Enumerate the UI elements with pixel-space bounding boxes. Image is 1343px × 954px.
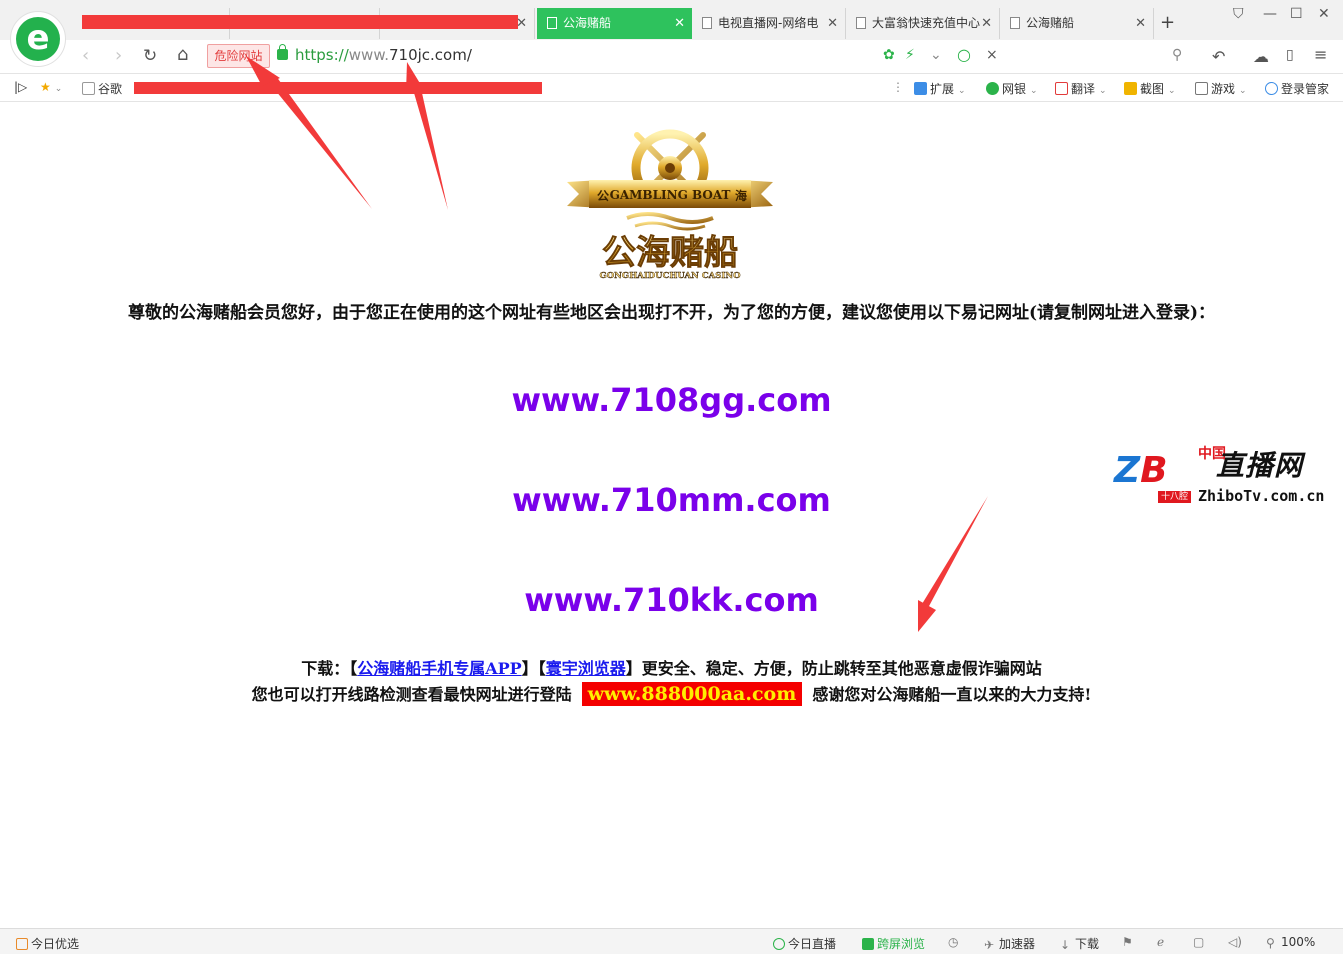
tab-casino-2[interactable]: 公海赌船 ✕: [1000, 8, 1154, 39]
status-bar: 今日优选 今日直播 跨屏浏览 ◷ ✈ 加速器 ↓ 下载 ⚑ ℯ ▢ ◁) ⚲ 100%: [0, 928, 1343, 954]
danger-site-badge[interactable]: 危险网站: [207, 44, 270, 68]
new-tab-icon[interactable]: +: [1160, 12, 1175, 33]
document-icon: [82, 82, 95, 95]
minimize-icon[interactable]: —: [1263, 6, 1277, 22]
key-icon: [1265, 82, 1278, 95]
app-download-link[interactable]: 公海赌船手机专属APP: [357, 659, 521, 678]
bookmark-games[interactable]: 游戏 ⌄: [1195, 80, 1247, 97]
tab-active[interactable]: 公海赌船 ✕: [537, 8, 692, 39]
watermark-title: 直播网: [1216, 449, 1304, 482]
download-icon: ↓: [1060, 937, 1071, 952]
history-icon[interactable]: ◷: [948, 935, 958, 949]
today-live[interactable]: 今日直播: [773, 935, 836, 952]
casino-logo: GAMBLING BOAT 公 海 公海赌船 GONGHAIDUCHUAN CA…: [567, 118, 773, 282]
censor-bar: [134, 82, 542, 94]
cloud-icon[interactable]: ☁: [1253, 47, 1269, 66]
censor-bar: [82, 15, 518, 29]
zoom-control[interactable]: ⚲ 100%: [1266, 935, 1315, 950]
e-icon: e: [16, 17, 60, 61]
route-check-link[interactable]: www.888000aa.com: [581, 682, 803, 706]
back-icon[interactable]: ‹: [82, 45, 89, 66]
undo-icon[interactable]: ↶: [1212, 47, 1225, 66]
chevron-down-icon[interactable]: ⌄: [930, 47, 942, 63]
more-icon[interactable]: ⋮: [892, 80, 904, 94]
address-field[interactable]: https://www.710jc.com/: [295, 46, 472, 64]
close-icon[interactable]: ✕: [674, 8, 685, 39]
gamepad-icon: [1195, 82, 1208, 95]
lock-icon: [277, 44, 288, 60]
logo-right-char: 海: [735, 188, 747, 203]
logo-en-title: GONGHAIDUCHUAN CASINO: [600, 271, 742, 281]
watermark-zb-logo: ZB: [1114, 450, 1168, 491]
lightning-icon[interactable]: ⚡: [905, 47, 915, 63]
bookmark-translate[interactable]: 翻译 ⌄: [1055, 80, 1107, 97]
shield-icon: [986, 82, 999, 95]
window-icon[interactable]: ▢: [1193, 935, 1204, 949]
today-picks[interactable]: 今日优选: [16, 935, 79, 952]
document-icon: [1010, 16, 1020, 29]
document-icon: [702, 16, 712, 29]
bookmark-screenshot[interactable]: 截图 ⌄: [1124, 80, 1176, 97]
favorites-star-icon[interactable]: ★ ⌄: [40, 80, 62, 94]
browser-logo[interactable]: e: [10, 11, 66, 67]
bookmark-google[interactable]: 谷歌: [82, 80, 122, 97]
forward-icon[interactable]: ›: [115, 45, 122, 66]
page-content: GAMBLING BOAT 公 海 公海赌船 GONGHAIDUCHUAN CA…: [0, 102, 1343, 928]
search-icon[interactable]: ⚲: [1172, 47, 1182, 63]
alt-link-3[interactable]: www.710kk.com: [0, 580, 1343, 620]
downloads[interactable]: ↓ 下载: [1060, 935, 1099, 952]
reload-icon[interactable]: ↻: [143, 46, 157, 66]
logo-ribbon-text: GAMBLING BOAT: [610, 188, 731, 202]
menu-icon[interactable]: ≡: [1314, 45, 1327, 64]
close-icon[interactable]: ✕: [827, 8, 838, 39]
watermark-tag: 十八腔: [1158, 491, 1192, 503]
download-line: 下载：【公海赌船手机专属APP】【寰宇浏览器】更安全、稳定、方便，防止跳转至其他…: [301, 659, 1042, 678]
play-icon: [773, 937, 785, 950]
gift-icon: [16, 937, 28, 950]
accelerator[interactable]: ✈ 加速器: [984, 935, 1035, 952]
home-icon[interactable]: ⌂: [177, 44, 188, 65]
flag-icon[interactable]: ⚑: [1122, 935, 1133, 949]
alt-link-1[interactable]: www.7108gg.com: [0, 380, 1343, 420]
zhibotv-watermark: ZB 中国 直播网 十八腔 ZhiboTv.com.cn: [1114, 447, 1336, 507]
document-icon: [547, 16, 557, 29]
zoom-icon: ⚲: [1266, 935, 1275, 950]
bookmark-ebank[interactable]: 网银 ⌄: [986, 80, 1038, 97]
tab-strip: e ✕ 公海赌船 ✕ 电视直播网-网络电 ✕ 大富翁快速充值中心 ✕ 公海赌船 …: [0, 0, 1343, 67]
rocket-icon: ✈: [984, 937, 995, 952]
watermark-site: ZhiboTv.com.cn: [1198, 487, 1325, 505]
screen-icon: [862, 937, 874, 950]
document-icon: [856, 16, 866, 29]
sidebar-toggle-icon[interactable]: |▷: [14, 80, 27, 94]
notice-text: 尊敬的公海赌船会员您好，由于您正在使用的这个网址有些地区会出现打不开，为了您的方…: [127, 303, 1216, 323]
bookmark-login-manager[interactable]: 登录管家: [1265, 80, 1329, 97]
scissors-icon: [1124, 82, 1137, 95]
browser-download-link[interactable]: 寰宇浏览器: [546, 659, 626, 678]
logo-cn-title: 公海赌船: [602, 233, 738, 273]
ie-icon[interactable]: ℯ: [1157, 935, 1164, 949]
bookmark-extensions[interactable]: 扩展 ⌄: [914, 80, 966, 97]
phone-icon[interactable]: ▯: [1286, 47, 1294, 63]
close-window-icon[interactable]: ✕: [1318, 6, 1330, 22]
clear-icon[interactable]: ×: [986, 47, 998, 63]
search-engine-icon[interactable]: ○: [957, 45, 971, 64]
extension-icon: [914, 82, 927, 95]
cross-screen[interactable]: 跨屏浏览: [862, 935, 925, 952]
skin-icon[interactable]: ⛉: [1233, 6, 1244, 22]
volume-icon[interactable]: ◁): [1228, 935, 1242, 949]
tab-tv[interactable]: 电视直播网-网络电 ✕: [692, 8, 846, 39]
navigation-bar: ‹ › ↻ ⌂ 危险网站 https://www.710jc.com/ ✿ ⚡ …: [0, 40, 1343, 74]
translate-icon: [1055, 82, 1068, 95]
route-check-line: 您也可以打开线路检测查看最快网址进行登陆 www.888000aa.com 感谢您对…: [251, 682, 1092, 706]
security-icon[interactable]: ✿: [883, 47, 895, 63]
maximize-icon[interactable]: ☐: [1290, 6, 1303, 22]
close-icon[interactable]: ✕: [1135, 8, 1146, 39]
close-icon[interactable]: ✕: [981, 8, 992, 39]
tab-recharge[interactable]: 大富翁快速充值中心 ✕: [846, 8, 1000, 39]
logo-left-char: 公: [597, 189, 609, 203]
